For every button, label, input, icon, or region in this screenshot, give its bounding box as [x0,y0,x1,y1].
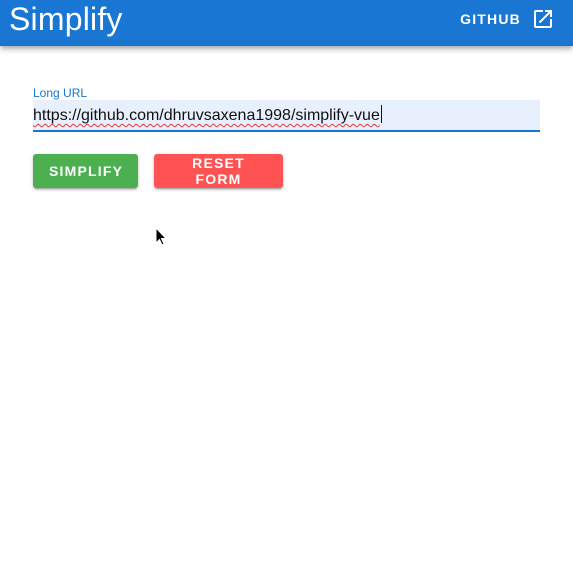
app-bar: Simplify GITHUB [0,0,573,46]
open-in-new-icon [531,7,555,31]
long-url-label: Long URL [33,86,88,100]
simplify-button[interactable]: SIMPLIFY [33,154,138,188]
reset-form-button[interactable]: RESET FORM [154,154,283,188]
app-title: Simplify [9,1,123,37]
mouse-pointer-icon [155,227,168,246]
github-label: GITHUB [460,11,521,27]
github-link[interactable]: GITHUB [460,0,555,38]
long-url-value: https://github.com/dhruvsaxena1998/simpl… [33,105,382,125]
long-url-value-text: https://github.com/dhruvsaxena1998/simpl… [33,107,380,124]
app-window: Simplify GITHUB Long URL https://github.… [0,0,573,570]
text-caret [380,105,382,123]
long-url-input[interactable]: https://github.com/dhruvsaxena1998/simpl… [33,100,540,132]
long-url-field: Long URL https://github.com/dhruvsaxena1… [33,86,540,132]
